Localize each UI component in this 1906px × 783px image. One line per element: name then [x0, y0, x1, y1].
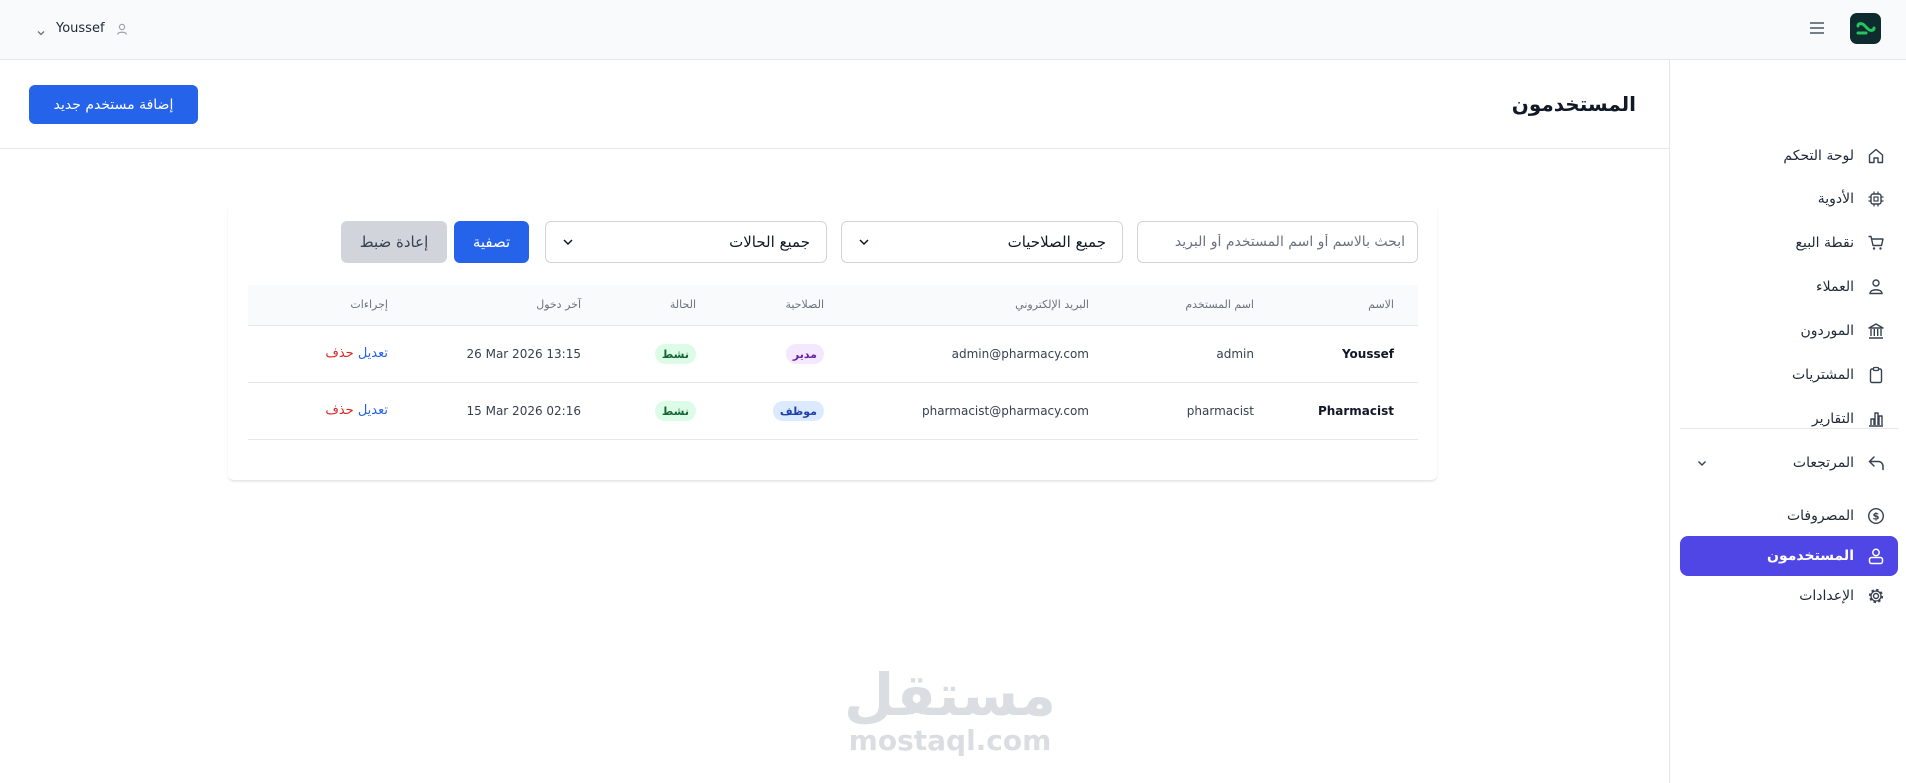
page-title: المستخدمون [1511, 92, 1636, 116]
building-icon [1866, 321, 1886, 341]
sidebar-item-label: الأدوية [1817, 191, 1854, 207]
status-select-value: جميع الحالات [729, 233, 810, 251]
cell-last-login: 26 Mar 2026 13:15 [466, 347, 581, 361]
header-email: البريد الإلكتروني [1015, 298, 1089, 311]
status-select[interactable]: جميع الحالات [545, 221, 827, 263]
chevron-down-icon [562, 236, 574, 248]
cell-username: admin [1216, 347, 1254, 361]
customers-icon [1866, 277, 1886, 297]
add-user-button[interactable]: إضافة مستخدم جديد [29, 85, 198, 124]
sidebar-divider [1680, 428, 1898, 429]
gear-icon [1866, 586, 1886, 606]
chevron-down-icon [858, 236, 870, 248]
watermark-arabic: مستقل [843, 661, 1057, 729]
sidebar-item-dashboard[interactable]: لوحة التحكم [1680, 136, 1898, 176]
cell-email: admin@pharmacy.com [951, 347, 1089, 361]
home-icon [1866, 146, 1886, 166]
table-row: Youssef admin admin@pharmacy.com مدير نش… [248, 326, 1418, 383]
sidebar-item-label: المصروفات [1786, 508, 1854, 524]
table-header: الاسم اسم المستخدم البريد الإلكتروني الص… [248, 285, 1418, 326]
sidebar-item-label: العملاء [1816, 279, 1854, 295]
sidebar-item-returns[interactable]: المرتجعات [1680, 443, 1898, 483]
watermark: مستقل mostaql.com [840, 665, 1060, 757]
user-icon [115, 21, 129, 35]
status-badge: نشط [654, 344, 696, 364]
logo[interactable] [1850, 13, 1881, 44]
sidebar-item-label: المشتريات [1791, 367, 1854, 383]
header-name: الاسم [1368, 298, 1394, 311]
pill-icon [1866, 189, 1886, 209]
header-role: الصلاحية [785, 298, 824, 311]
menu-icon[interactable] [1806, 17, 1828, 39]
role-select[interactable]: جميع الصلاحيات [841, 221, 1123, 263]
edit-link[interactable]: تعديل [354, 346, 388, 361]
header-status: الحالة [669, 298, 696, 311]
delete-link[interactable]: حذف [325, 403, 353, 418]
cell-name: Youssef [1341, 347, 1394, 361]
header-username: اسم المستخدم [1185, 298, 1254, 311]
sidebar-item-reports[interactable]: التقارير [1680, 399, 1898, 439]
sidebar-item-label: لوحة التحكم [1783, 148, 1854, 164]
users-icon [1866, 546, 1886, 566]
cell-name: Pharmacist [1317, 404, 1394, 418]
chevron-down-icon [1696, 457, 1708, 469]
table-row: Pharmacist pharmacist pharmacist@pharmac… [248, 383, 1418, 440]
user-menu[interactable]: Youssef [36, 17, 129, 39]
cart-icon [1866, 233, 1886, 253]
sidebar-item-label: نقطة البيع [1795, 235, 1854, 251]
role-select-value: جميع الصلاحيات [1007, 233, 1106, 251]
reset-button[interactable]: إعادة ضبط [341, 221, 447, 263]
sidebar-item-medicines[interactable]: الأدوية [1680, 179, 1898, 219]
row-actions: تعديل حذف [325, 346, 388, 361]
chevron-down-icon [36, 23, 46, 36]
sidebar-item-label: الإعدادات [1799, 588, 1854, 604]
sidebar-item-label: الموردون [1800, 323, 1854, 339]
cell-email: pharmacist@pharmacy.com [921, 404, 1089, 418]
edit-link[interactable]: تعديل [354, 403, 388, 418]
sidebar-item-customers[interactable]: العملاء [1680, 267, 1898, 307]
role-badge: موظف [772, 401, 824, 421]
sidebar-item-expenses[interactable]: $ المصروفات [1680, 496, 1898, 536]
user-name: Youssef [56, 20, 105, 36]
header-last-login: آخر دخول [536, 298, 581, 311]
sidebar-item-purchases[interactable]: المشتريات [1680, 355, 1898, 395]
sidebar-item-label: المستخدمون [1767, 548, 1854, 564]
header-divider [0, 148, 1669, 149]
top-bar: Youssef [0, 0, 1906, 60]
cell-last-login: 15 Mar 2026 02:16 [466, 404, 581, 418]
sidebar: لوحة التحكم الأدوية نقطة البيع العملاء ا… [1669, 60, 1906, 783]
search-input[interactable] [1137, 221, 1418, 263]
sidebar-item-settings[interactable]: الإعدادات [1680, 576, 1898, 616]
watermark-latin: mostaql.com [848, 724, 1052, 757]
role-badge: مدير [785, 344, 824, 364]
sidebar-item-pos[interactable]: نقطة البيع [1680, 223, 1898, 263]
delete-link[interactable]: حذف [325, 346, 353, 361]
filter-button[interactable]: تصفية [454, 221, 529, 263]
return-icon [1866, 453, 1886, 473]
clipboard-icon [1866, 365, 1886, 385]
sidebar-item-label: المرتجعات [1792, 455, 1854, 471]
row-actions: تعديل حذف [325, 403, 388, 418]
sidebar-item-label: التقارير [1811, 411, 1854, 427]
sidebar-item-suppliers[interactable]: الموردون [1680, 311, 1898, 351]
users-card: جميع الصلاحيات جميع الحالات تصفية إعادة … [228, 205, 1437, 481]
header-actions: إجراءات [350, 298, 388, 311]
sidebar-item-users[interactable]: المستخدمون [1680, 536, 1898, 576]
cell-username: pharmacist [1186, 404, 1254, 418]
svg-text:$: $ [1873, 512, 1880, 523]
dollar-icon: $ [1866, 506, 1886, 526]
chart-icon [1866, 409, 1886, 429]
status-badge: نشط [654, 401, 696, 421]
